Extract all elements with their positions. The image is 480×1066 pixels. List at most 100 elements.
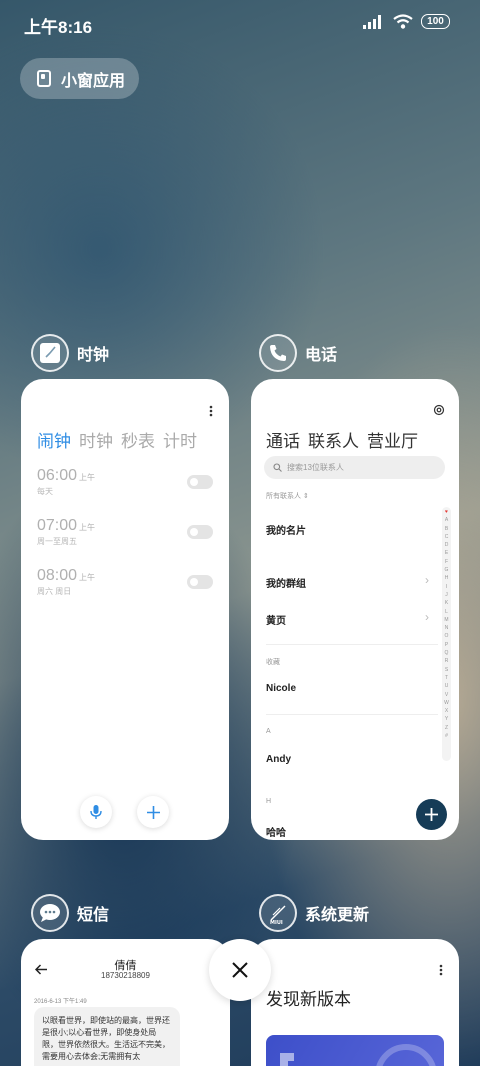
tab-service-hall[interactable]: 营业厅 xyxy=(367,427,418,452)
alphabet-index-letter[interactable]: U xyxy=(445,682,449,690)
plus-icon xyxy=(425,808,438,821)
add-contact-button[interactable] xyxy=(416,799,447,830)
alarm-toggle[interactable] xyxy=(187,475,213,489)
status-time: 上午8:16 xyxy=(24,18,93,37)
version-banner xyxy=(266,1035,444,1066)
tab-timer[interactable]: 计时 xyxy=(163,427,197,452)
status-bar: 上午8:16 100 xyxy=(0,0,480,46)
alarm-toggle[interactable] xyxy=(187,575,213,589)
tab-clock[interactable]: 时钟 xyxy=(79,427,113,452)
clock-app-icon xyxy=(31,334,69,372)
wifi-icon xyxy=(393,14,413,29)
close-all-button[interactable] xyxy=(209,939,271,1001)
contact-item[interactable]: 哈哈 xyxy=(266,824,286,839)
alphabet-index-bar[interactable]: ♥ A B C D E F G H I J K L M N O P Q R S T U V W X Y Z # xyxy=(442,507,451,761)
alphabet-index-letter[interactable]: N xyxy=(445,624,449,632)
floating-window-label: 小窗应用 xyxy=(61,72,126,90)
floating-window-button[interactable]: 小窗应用 xyxy=(20,58,139,99)
alphabet-index-letter[interactable]: O xyxy=(445,632,449,640)
phone-app-header[interactable]: 电话 xyxy=(259,334,337,372)
alphabet-index-letter[interactable]: A xyxy=(445,516,448,524)
phone-app-card[interactable]: 通话 联系人 营业厅 搜索13位联系人 所有联系人 ⇕ 我的名片 我的群组 › … xyxy=(251,379,459,840)
signal-icon xyxy=(363,14,381,29)
settings-icon[interactable] xyxy=(433,404,445,416)
contact-item[interactable]: Nicole xyxy=(266,683,296,694)
alphabet-index-letter[interactable]: G xyxy=(445,566,449,574)
update-heading: 发现新版本 xyxy=(266,990,351,1009)
update-app-title: 系统更新 xyxy=(305,907,370,924)
phone-icon xyxy=(270,345,286,361)
alphabet-index-letter[interactable]: Q xyxy=(445,649,449,657)
divider xyxy=(266,714,438,715)
alphabet-index-letter[interactable]: R xyxy=(445,657,449,665)
alarm-time: 08:00 xyxy=(37,567,78,584)
alphabet-index-letter[interactable]: D xyxy=(445,541,449,549)
sms-app-icon xyxy=(31,894,69,932)
alphabet-index-letter[interactable]: W xyxy=(444,699,449,707)
search-placeholder: 搜索13位联系人 xyxy=(287,463,344,472)
alphabet-index-letter[interactable]: B xyxy=(445,525,448,533)
my-card-item[interactable]: 我的名片 xyxy=(266,522,306,537)
phone-app-title: 电话 xyxy=(305,347,338,364)
my-groups-item[interactable]: 我的群组 xyxy=(266,575,306,590)
phone-app-icon xyxy=(259,334,297,372)
alphabet-index-letter[interactable]: T xyxy=(445,674,448,682)
alphabet-index-letter[interactable]: E xyxy=(445,549,448,557)
svg-text:MIUI: MIUI xyxy=(270,920,283,925)
miui-update-icon: MIUI xyxy=(270,905,286,925)
alphabet-index-letter[interactable]: P xyxy=(445,641,448,649)
section-label-a: A xyxy=(266,728,271,735)
phone-tabs: 通话 联系人 营业厅 xyxy=(266,427,418,452)
alphabet-index-letter[interactable]: H xyxy=(445,574,449,582)
tab-contacts[interactable]: 联系人 xyxy=(308,427,359,452)
alphabet-index-letter[interactable]: # xyxy=(445,732,448,740)
alarm-ampm: 上午 xyxy=(79,573,96,582)
clock-tabs: 闹钟 时钟 秒表 计时 xyxy=(37,427,197,452)
alphabet-index-letter[interactable]: L xyxy=(445,608,448,616)
add-alarm-button[interactable] xyxy=(137,796,169,828)
sms-contact-number: 18730218809 xyxy=(101,971,150,980)
alphabet-index-letter[interactable]: S xyxy=(445,666,448,674)
yellow-pages-item[interactable]: 黄页 xyxy=(266,612,286,627)
alphabet-index-letter[interactable]: Z xyxy=(445,724,448,732)
alphabet-index-letter[interactable]: C xyxy=(445,533,449,541)
sms-app-card[interactable]: 倩倩 18730218809 2016-6-13 下午1:49 以眼看世界，即使… xyxy=(21,939,230,1066)
contact-filter[interactable]: 所有联系人 ⇕ xyxy=(266,491,309,501)
more-icon[interactable] xyxy=(439,964,443,976)
contact-item[interactable]: Andy xyxy=(266,754,291,765)
update-app-card[interactable]: 发现新版本 xyxy=(251,939,459,1066)
clock-icon xyxy=(40,343,60,363)
alphabet-index-letter[interactable]: ♥ xyxy=(445,508,448,516)
alphabet-index-letter[interactable]: X xyxy=(445,707,448,715)
alphabet-index-letter[interactable]: Y xyxy=(445,715,448,723)
clock-app-header[interactable]: 时钟 xyxy=(31,334,109,372)
sms-app-title: 短信 xyxy=(77,907,110,924)
update-app-header[interactable]: MIUI 系统更新 xyxy=(259,894,369,932)
alphabet-index-letter[interactable]: V xyxy=(445,691,448,699)
alphabet-index-letter[interactable]: K xyxy=(445,599,448,607)
chevron-right-icon: › xyxy=(425,573,429,587)
divider xyxy=(266,644,438,645)
message-bubble[interactable]: 以眼看世界，即使站的最高，世界还是很小;以心看世界，即使身处局限，世界依然很大。… xyxy=(34,1007,180,1066)
alphabet-index-letter[interactable]: M xyxy=(444,616,448,624)
alarm-toggle[interactable] xyxy=(187,525,213,539)
status-icons: 100 xyxy=(363,14,450,29)
tab-alarm[interactable]: 闹钟 xyxy=(37,427,71,452)
contact-filter-label: 所有联系人 xyxy=(266,493,301,500)
tab-calls[interactable]: 通话 xyxy=(266,427,300,452)
alphabet-index-letter[interactable]: J xyxy=(445,591,448,599)
voice-alarm-button[interactable] xyxy=(80,796,112,828)
microphone-icon xyxy=(90,805,102,819)
alarm-ampm: 上午 xyxy=(79,473,96,482)
alphabet-index-letter[interactable]: I xyxy=(446,583,447,591)
version-graphic xyxy=(280,1044,436,1066)
clock-app-title: 时钟 xyxy=(77,347,110,364)
sms-app-header[interactable]: 短信 xyxy=(31,894,109,932)
tab-stopwatch[interactable]: 秒表 xyxy=(121,427,155,452)
alarm-ampm: 上午 xyxy=(79,523,96,532)
alarm-time: 06:00 xyxy=(37,467,78,484)
clock-app-card[interactable]: 闹钟 时钟 秒表 计时 06:00 上午 每天 07:00 上午 周一至周五 08:… xyxy=(21,379,229,840)
more-icon[interactable] xyxy=(209,405,213,417)
contact-search-input[interactable]: 搜索13位联系人 xyxy=(264,456,445,479)
alphabet-index-letter[interactable]: F xyxy=(445,558,448,566)
